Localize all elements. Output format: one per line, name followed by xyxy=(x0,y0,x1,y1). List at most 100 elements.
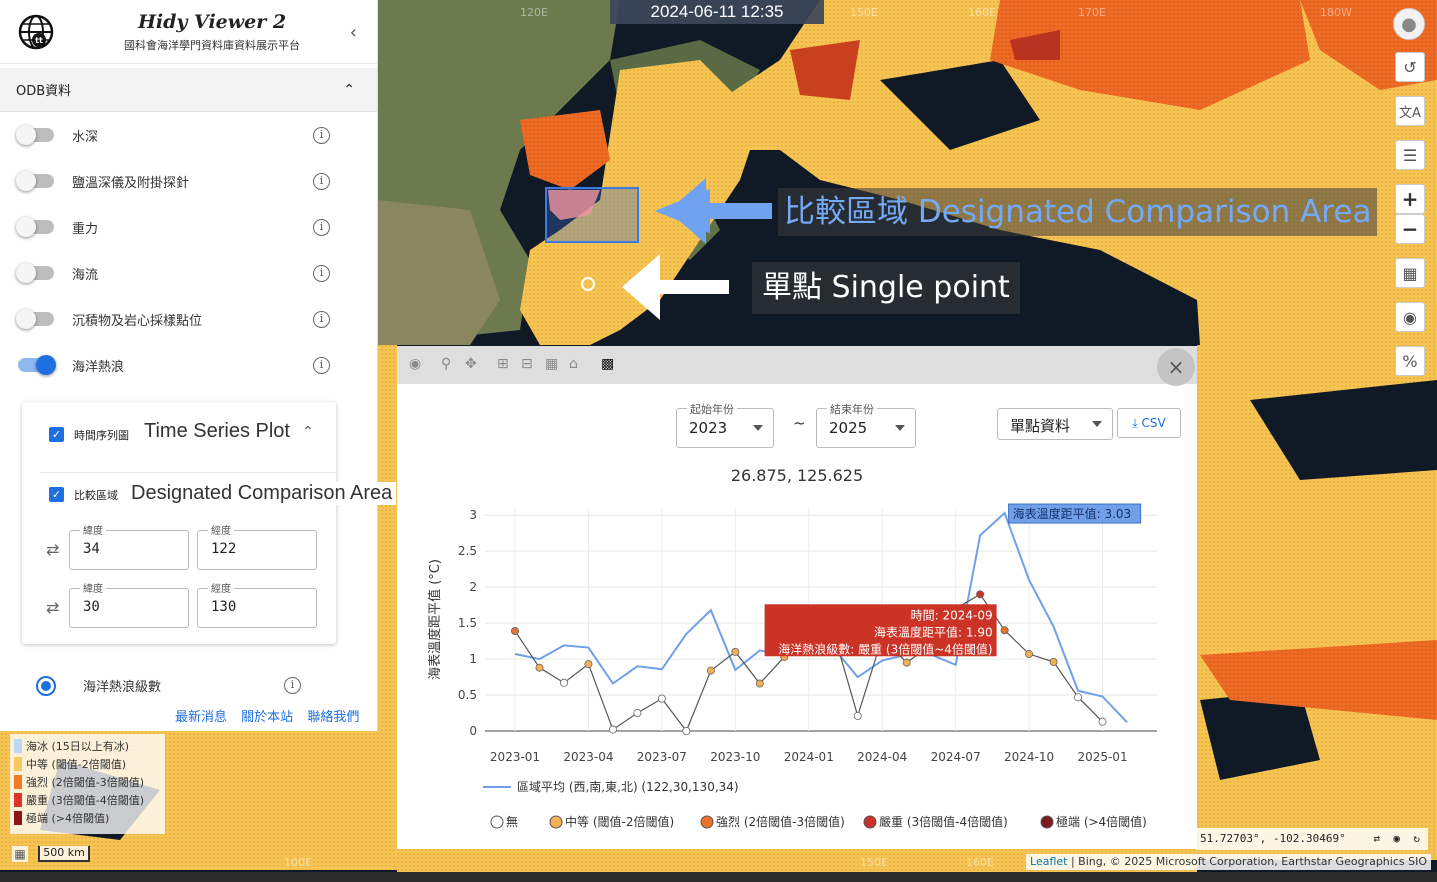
timeseries-label: 時間序列圖 xyxy=(74,429,129,442)
refresh-icon[interactable]: ↻ xyxy=(1413,828,1420,850)
chevron-up-icon[interactable]: ⌃ xyxy=(343,82,355,98)
legend-swatch xyxy=(14,775,22,789)
legend-marker xyxy=(1040,815,1054,829)
coords-text: 51.72703°, -102.30469° xyxy=(1200,832,1346,845)
chevron-left-icon[interactable]: ‹ xyxy=(350,22,357,43)
info-icon[interactable]: i xyxy=(313,264,330,282)
legend-swatch xyxy=(14,793,22,807)
user-icon: ● xyxy=(1401,13,1417,35)
data-point xyxy=(1000,626,1009,635)
lon-label: 150E xyxy=(860,856,888,869)
layer-toggle[interactable] xyxy=(18,355,56,375)
data-mode-select[interactable]: 單點資料 xyxy=(997,408,1113,440)
layer-label: 鹽溫深儀及附掛探針 xyxy=(72,175,190,191)
zoom-in-button[interactable]: + xyxy=(1395,184,1425,214)
leaflet-link[interactable]: Leaflet xyxy=(1030,855,1067,868)
timeseries-chart-panel: ◉ ⚲ ✥ ⊞ ⊟ ▦ ⌂ ▩ × 2023 起始年份 ~ 2025 結束年份 … xyxy=(397,346,1197,849)
about-link[interactable]: 關於本站 xyxy=(241,710,293,725)
x-tick-label: 2024-07 xyxy=(931,750,981,764)
close-chart-button[interactable]: × xyxy=(1157,348,1195,386)
info-icon[interactable]: i xyxy=(313,172,330,190)
csv-download-button[interactable]: ⤓ CSV xyxy=(1117,408,1181,438)
data-point xyxy=(902,658,911,667)
data-point xyxy=(511,627,520,636)
legend-label: 強烈 (2倍閾值-3倍閾值) xyxy=(26,776,145,789)
layer-toggle[interactable] xyxy=(16,171,54,191)
layer-row-heatwave[interactable]: 海洋熱浪 i xyxy=(0,342,377,388)
news-link[interactable]: 最新消息 xyxy=(175,710,227,725)
timeseries-chart[interactable]: 0 0.5 1 1.5 2 2.5 3 2023-01 2023-04 2023-07 2023-1… xyxy=(397,496,1197,846)
location-icon[interactable]: ◉ xyxy=(1393,828,1400,850)
data-point xyxy=(976,590,985,599)
svg-text:tt: tt xyxy=(35,36,43,45)
timeseries-checkbox[interactable]: ✓ xyxy=(49,427,64,442)
layer-row-gravity[interactable]: 重力 i xyxy=(0,204,377,250)
map-attribution: Leaflet | Bing, © 2025 Microsoft Corpora… xyxy=(1026,854,1431,870)
legend-swatch xyxy=(14,811,22,825)
zoom-out-icon[interactable]: ⊟ xyxy=(521,356,533,372)
sidebar-footer-links: 最新消息 關於本站 聯絡我們 xyxy=(175,706,369,725)
csv-label: CSV xyxy=(1141,416,1166,430)
data-point xyxy=(682,726,691,735)
layer-label: 重力 xyxy=(72,221,99,237)
camera-icon[interactable]: ◉ xyxy=(409,356,421,372)
autoscale-icon[interactable]: ▦ xyxy=(545,356,558,372)
zoom-icon[interactable]: ⚲ xyxy=(441,356,451,372)
plotly-logo-icon[interactable]: ▩ xyxy=(601,356,614,372)
contact-link[interactable]: 聯絡我們 xyxy=(307,710,359,725)
layer-label: 海洋熱浪 xyxy=(72,359,125,375)
translate-button[interactable]: 文A xyxy=(1395,96,1425,126)
info-icon[interactable]: i xyxy=(284,677,301,694)
layer-toggle[interactable] xyxy=(16,217,54,237)
x-tick-label: 2024-01 xyxy=(784,750,834,764)
odb-section-header[interactable]: ODB資料 ⌃ xyxy=(0,68,377,112)
bottom-bar xyxy=(0,872,1437,882)
cursor-coordinates: 51.72703°, -102.30469° ⇄ ◉ ↻ xyxy=(1196,828,1428,850)
data-point xyxy=(1025,650,1034,659)
layer-row-ctd[interactable]: 鹽溫深儀及附掛探針 i xyxy=(0,158,377,204)
swap-icon[interactable]: ⇄ xyxy=(1373,828,1380,850)
pan-icon[interactable]: ✥ xyxy=(465,356,477,372)
legend-label: 海冰 (15日以上有冰) xyxy=(26,740,130,753)
home-icon[interactable]: ⌂ xyxy=(569,356,578,372)
percent-button[interactable]: % xyxy=(1395,346,1425,376)
layer-row-bathymetry[interactable]: 水深 i xyxy=(0,112,377,158)
user-account-button[interactable]: ● xyxy=(1393,8,1425,40)
info-icon[interactable]: i xyxy=(313,218,330,236)
zoom-out-button[interactable]: − xyxy=(1395,214,1425,244)
lon-label: 160E xyxy=(966,856,994,869)
sidebar-header: tt Hidy Viewer 2 國科會海洋學門資料庫資料展示平台 ‹ xyxy=(0,0,377,64)
grid-icon[interactable]: ▦ xyxy=(12,846,28,862)
data-point xyxy=(608,725,617,734)
layer-row-sediment[interactable]: 沉積物及岩心採樣點位 i xyxy=(0,296,377,342)
divider xyxy=(40,472,336,473)
section-title: ODB資料 xyxy=(16,84,72,99)
layer-toggle[interactable] xyxy=(16,125,54,145)
lon-label: 100E xyxy=(284,856,312,869)
share-button[interactable]: ↺ xyxy=(1395,52,1425,82)
download-icon: ⤓ xyxy=(1132,416,1138,430)
swap-icon[interactable]: ⇄ xyxy=(46,540,59,559)
compare-area-checkbox[interactable]: ✓ xyxy=(49,487,64,502)
legend-swatch xyxy=(14,739,22,753)
info-icon[interactable]: i xyxy=(313,126,330,144)
layer-toggle[interactable] xyxy=(16,263,54,283)
heatwave-level-label: 海洋熱浪級數 xyxy=(83,680,162,695)
caret-down-icon xyxy=(753,425,763,431)
layer-toggle[interactable] xyxy=(16,309,54,329)
plan-button[interactable]: ▦ xyxy=(1395,258,1425,288)
zoom-in-icon[interactable]: ⊞ xyxy=(497,356,509,372)
screenshot-button[interactable]: ◉ xyxy=(1395,302,1425,332)
data-point xyxy=(755,679,764,688)
layer-row-current[interactable]: 海流 i xyxy=(0,250,377,296)
legend-label: 區域平均 (西,南,東,北) (122,30,130,34) xyxy=(517,779,739,794)
layers-button[interactable]: ☰ xyxy=(1395,140,1425,170)
compare-area-annotation: Designated Comparison Area xyxy=(131,482,397,505)
legend-marker xyxy=(700,815,714,829)
chevron-up-icon[interactable]: ⌃ xyxy=(302,424,314,440)
heatwave-level-radio[interactable] xyxy=(36,676,56,696)
info-icon[interactable]: i xyxy=(313,310,330,328)
swap-icon[interactable]: ⇄ xyxy=(46,598,59,617)
info-icon[interactable]: i xyxy=(313,356,330,374)
legend-label: 中等 (閾值-2倍閾值) xyxy=(565,814,674,829)
